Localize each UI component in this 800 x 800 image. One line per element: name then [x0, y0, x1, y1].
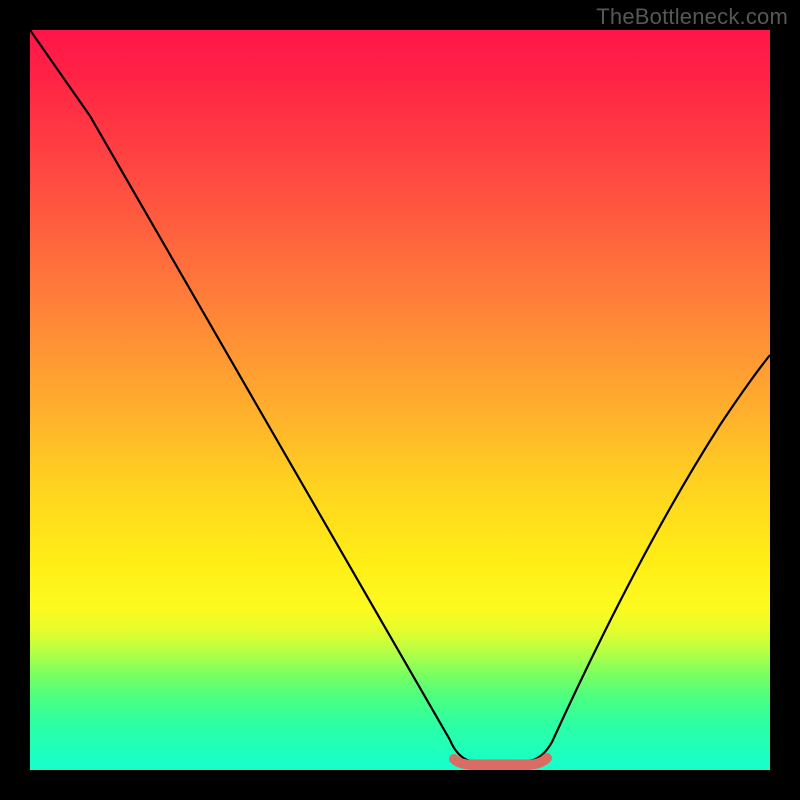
- curve-svg: [30, 30, 770, 770]
- watermark-text: TheBottleneck.com: [596, 4, 788, 30]
- bottleneck-curve: [30, 30, 770, 761]
- plot-area: [30, 30, 770, 770]
- chart-frame: TheBottleneck.com: [0, 0, 800, 800]
